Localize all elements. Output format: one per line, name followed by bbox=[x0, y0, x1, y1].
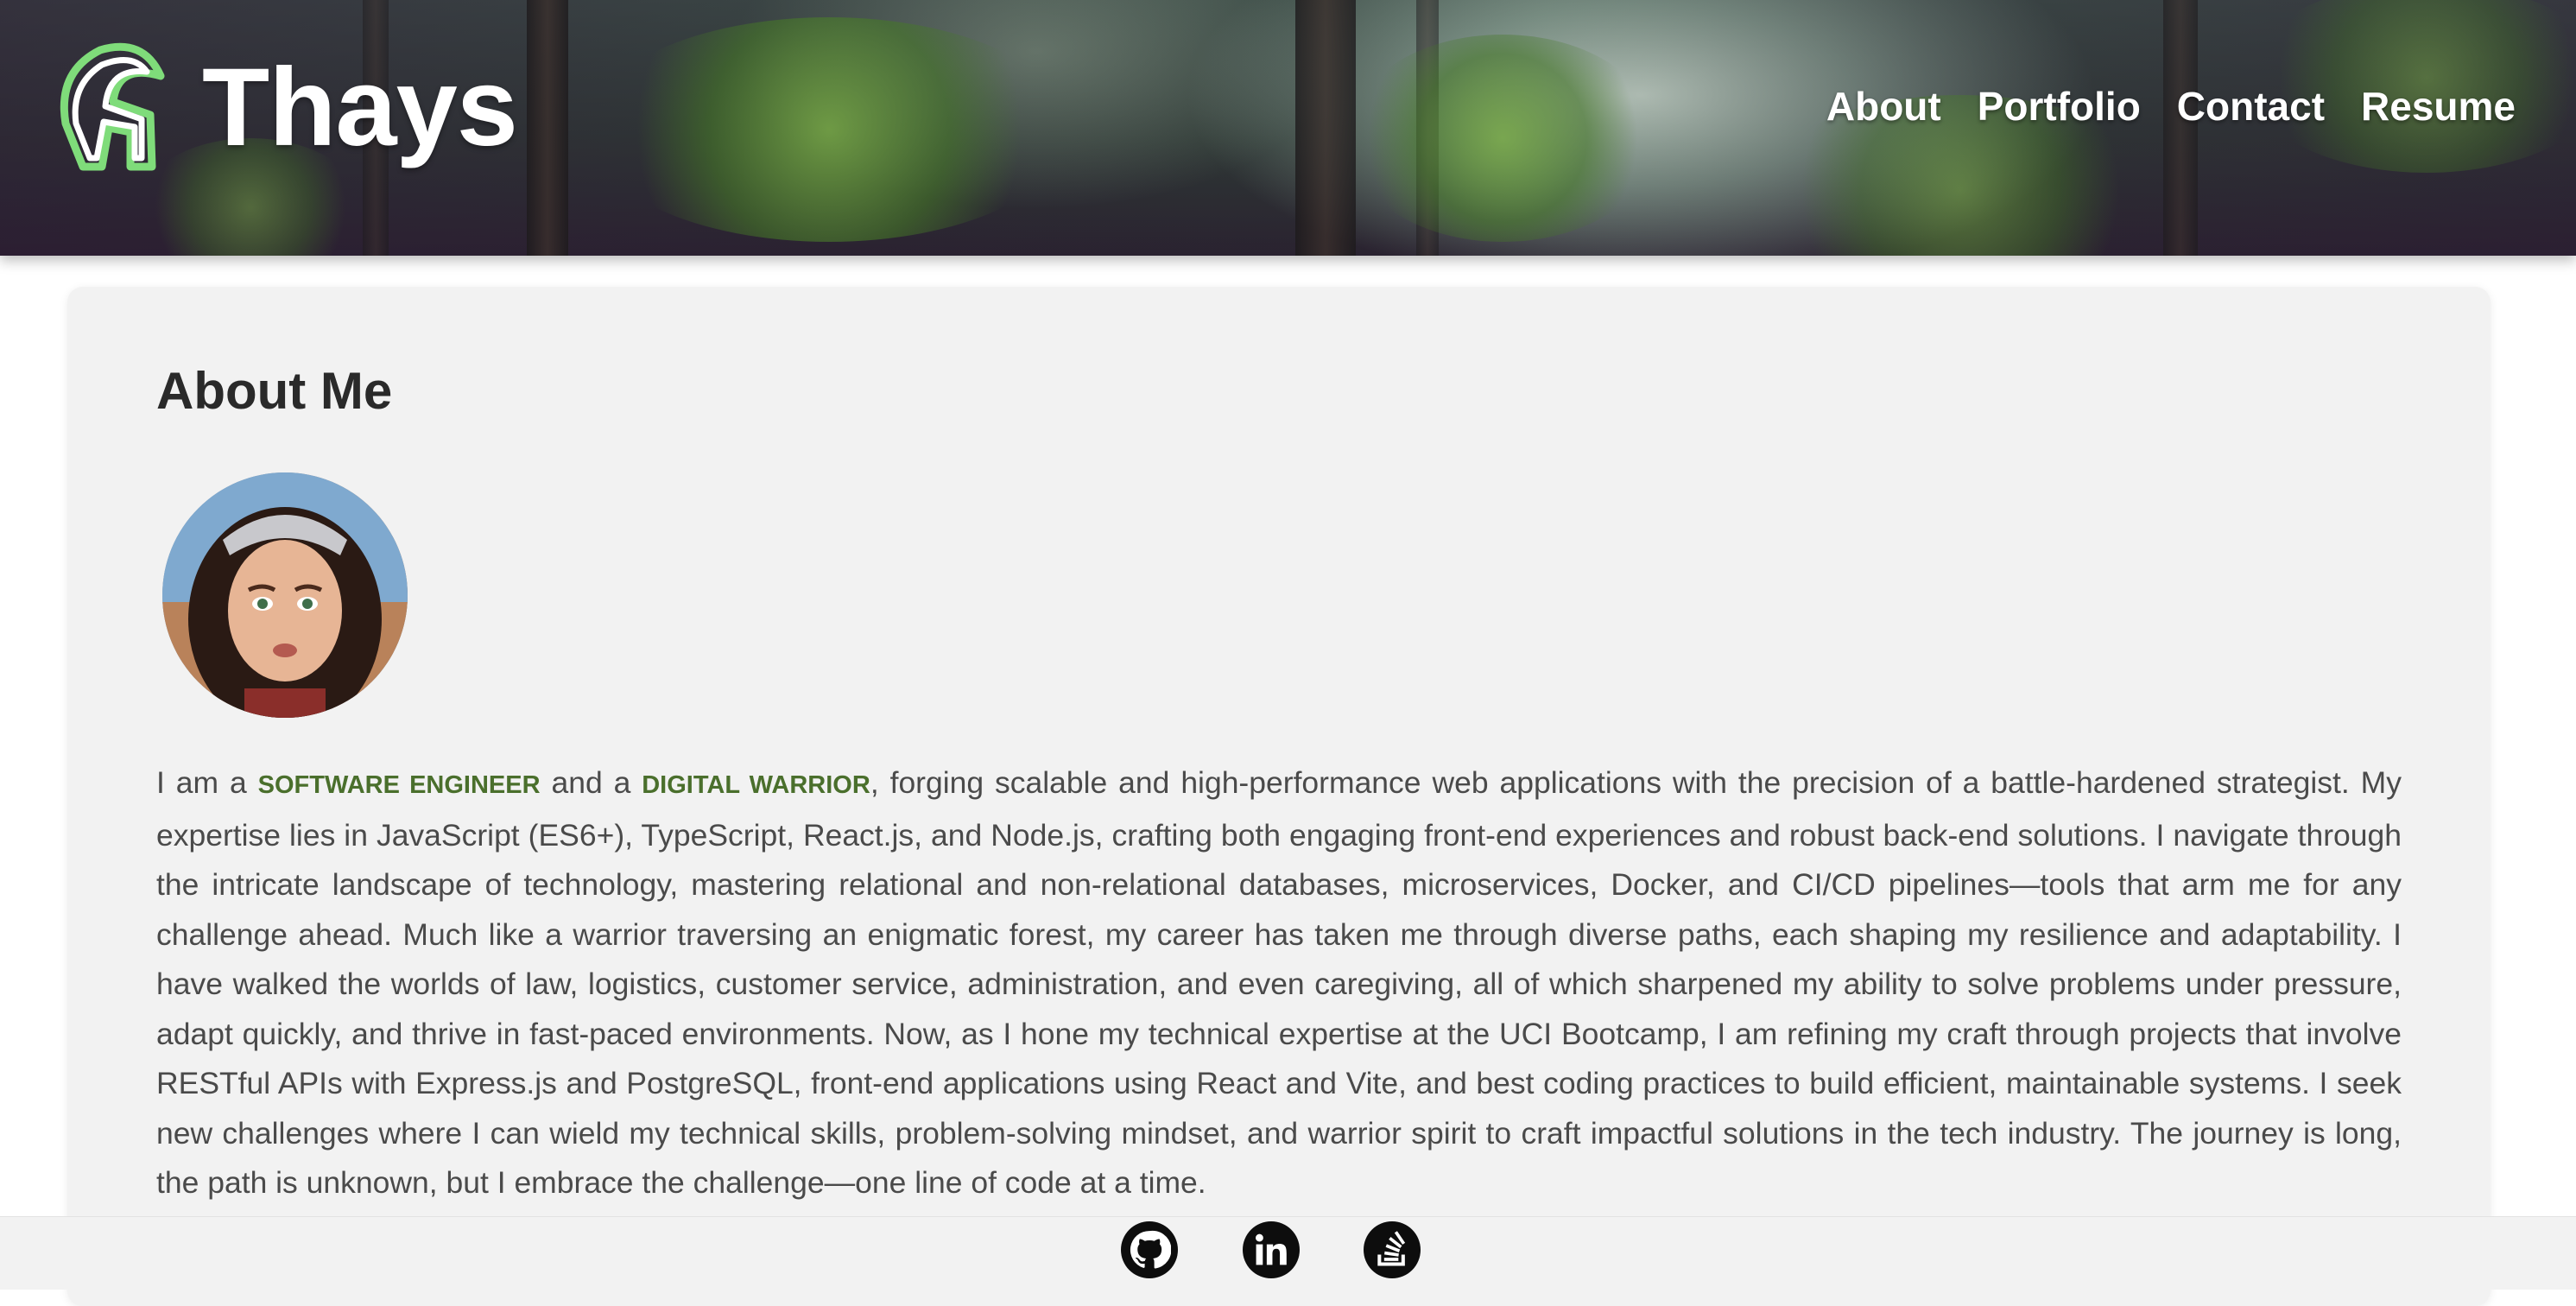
stackoverflow-link[interactable] bbox=[1364, 1221, 1421, 1278]
forest-tree bbox=[527, 0, 568, 256]
spartan-helmet-icon bbox=[60, 42, 165, 170]
brand-name: Thays bbox=[202, 46, 518, 169]
profile-avatar bbox=[162, 472, 408, 718]
bio-connector: and a bbox=[540, 765, 642, 800]
forest-foliage bbox=[1347, 35, 1658, 242]
linkedin-icon bbox=[1256, 1233, 1287, 1265]
nav-about[interactable]: About bbox=[1826, 83, 1941, 130]
avatar-illustration bbox=[162, 472, 408, 718]
github-link[interactable] bbox=[1121, 1221, 1178, 1278]
forest-foliage bbox=[587, 17, 1071, 242]
main-nav: About Portfolio Contact Resume bbox=[1826, 83, 2516, 130]
about-section: About Me I am a SOFTWARE ENGINEER and a … bbox=[67, 287, 2491, 1306]
nav-portfolio[interactable]: Portfolio bbox=[1978, 83, 2141, 130]
highlight-digital-warrior: DIGITAL WARRIOR bbox=[642, 771, 870, 799]
nav-contact[interactable]: Contact bbox=[2177, 83, 2325, 130]
highlight-software-engineer: SOFTWARE ENGINEER bbox=[257, 771, 541, 799]
about-bio: I am a SOFTWARE ENGINEER and a DIGITAL W… bbox=[156, 758, 2402, 1208]
brand[interactable]: Thays bbox=[48, 35, 518, 181]
linkedin-link[interactable] bbox=[1243, 1221, 1300, 1278]
bio-intro: I am a bbox=[156, 765, 258, 800]
section-title: About Me bbox=[156, 362, 393, 420]
site-header: Thays About Portfolio Contact Resume bbox=[0, 0, 2576, 256]
github-icon bbox=[1130, 1230, 1171, 1269]
nav-resume[interactable]: Resume bbox=[2361, 83, 2516, 130]
forest-tree bbox=[1295, 0, 1356, 256]
stackoverflow-icon bbox=[1377, 1231, 1406, 1266]
bio-text: , forging scalable and high-performance … bbox=[156, 765, 2402, 1200]
